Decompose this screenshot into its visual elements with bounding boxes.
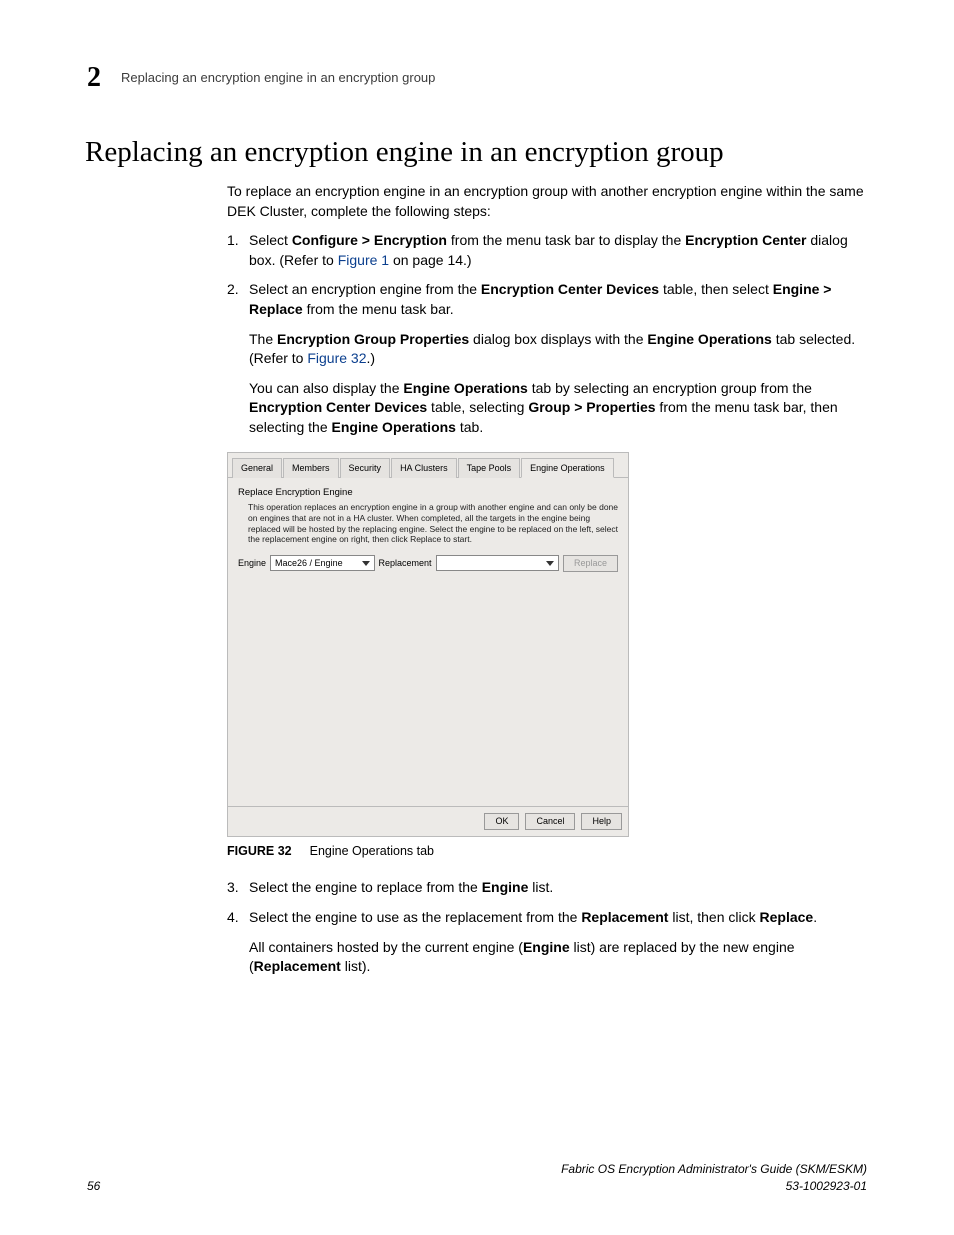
step-number: 3. (227, 878, 249, 898)
chevron-down-icon (362, 561, 370, 566)
chapter-number: 2 (87, 58, 101, 97)
text: dialog box displays with the (469, 331, 647, 347)
text: from the menu task bar. (303, 301, 454, 317)
text: table, then select (659, 281, 773, 297)
ui-name: Encryption Center Devices (481, 281, 659, 297)
replacement-select[interactable] (436, 555, 559, 571)
ui-name: Engine Operations (403, 380, 527, 396)
engine-label: Engine (238, 557, 266, 570)
step-1: 1. Select Configure > Encryption from th… (227, 231, 866, 270)
ui-name: Engine (523, 939, 570, 955)
replace-button[interactable]: Replace (563, 555, 618, 572)
step-3: 3. Select the engine to replace from the… (227, 878, 866, 898)
menu-path: Configure > Encryption (292, 232, 447, 248)
figure-link[interactable]: Figure 1 (338, 252, 389, 268)
ui-name: Engine (482, 879, 529, 895)
tab-ha-clusters[interactable]: HA Clusters (391, 458, 457, 479)
text: Select (249, 232, 292, 248)
ui-name: Engine Operations (647, 331, 771, 347)
text: All containers hosted by the current eng… (249, 939, 523, 955)
figure-link[interactable]: Figure 32 (307, 350, 366, 366)
tab-general[interactable]: General (232, 458, 282, 479)
step-number: 4. (227, 908, 249, 977)
page-footer: 56 Fabric OS Encryption Administrator's … (87, 1161, 867, 1195)
step-2: 2. Select an encryption engine from the … (227, 280, 866, 437)
help-button[interactable]: Help (581, 813, 622, 830)
text: from the menu task bar to display the (447, 232, 685, 248)
replacement-label: Replacement (379, 557, 432, 570)
step-2-para-3: You can also display the Engine Operatio… (249, 379, 866, 438)
step-2-para-2: The Encryption Group Properties dialog b… (249, 330, 866, 369)
figure-caption-text: Engine Operations tab (310, 844, 434, 858)
engine-select[interactable]: Mace26 / Engine (270, 555, 375, 571)
dialog-section-title: Replace Encryption Engine (238, 486, 618, 499)
text: . (813, 909, 817, 925)
figure-label: FIGURE 32 (227, 844, 292, 858)
ui-name: Encryption Center Devices (249, 399, 427, 415)
text: on page 14.) (389, 252, 472, 268)
ui-name: Replace (760, 909, 814, 925)
step-number: 2. (227, 280, 249, 437)
ui-name: Engine Operations (332, 419, 456, 435)
ui-name: Encryption Group Properties (277, 331, 469, 347)
text: You can also display the (249, 380, 403, 396)
text: Select the engine to replace from the (249, 879, 482, 895)
doc-title: Fabric OS Encryption Administrator's Gui… (561, 1161, 867, 1178)
step-4-para-2: All containers hosted by the current eng… (249, 938, 866, 977)
step-4: 4. Select the engine to use as the repla… (227, 908, 866, 977)
ui-name: Replacement (254, 958, 341, 974)
dialog-tabs: General Members Security HA Clusters Tap… (228, 453, 628, 479)
text: The (249, 331, 277, 347)
text: table, selecting (427, 399, 528, 415)
engine-row: Engine Mace26 / Engine Replacement Repla… (238, 555, 618, 572)
text: list). (341, 958, 371, 974)
text: list, then click (668, 909, 759, 925)
tab-engine-operations[interactable]: Engine Operations (521, 458, 614, 479)
dialog-encryption-group-properties: General Members Security HA Clusters Tap… (227, 452, 629, 837)
tab-members[interactable]: Members (283, 458, 339, 479)
content-body: To replace an encryption engine in an en… (227, 182, 866, 987)
text: list. (528, 879, 553, 895)
dialog-empty-panel (238, 574, 618, 804)
footer-doc-info: Fabric OS Encryption Administrator's Gui… (561, 1161, 867, 1195)
menu-path: Group > Properties (528, 399, 655, 415)
step-2-text: Select an encryption engine from the Enc… (249, 280, 866, 319)
ui-name: Replacement (581, 909, 668, 925)
chevron-down-icon (546, 561, 554, 566)
text: tab by selecting an encryption group fro… (528, 380, 812, 396)
doc-number: 53-1002923-01 (561, 1178, 867, 1195)
cancel-button[interactable]: Cancel (525, 813, 575, 830)
step-1-text: Select Configure > Encryption from the m… (249, 231, 866, 270)
ui-name: Encryption Center (685, 232, 806, 248)
page-header: 2 Replacing an encryption engine in an e… (87, 58, 867, 97)
dialog-help-text: This operation replaces an encryption en… (248, 502, 618, 545)
figure-32-caption: FIGURE 32 Engine Operations tab (227, 843, 866, 861)
ok-button[interactable]: OK (484, 813, 519, 830)
engine-select-value: Mace26 / Engine (275, 557, 343, 570)
tab-security[interactable]: Security (340, 458, 391, 479)
text: Select the engine to use as the replacem… (249, 909, 581, 925)
step-4-text: Select the engine to use as the replacem… (249, 908, 866, 928)
text: Select an encryption engine from the (249, 281, 481, 297)
dialog-body: Replace Encryption Engine This operation… (228, 478, 628, 806)
step-3-text: Select the engine to replace from the En… (249, 878, 866, 898)
header-breadcrumb: Replacing an encryption engine in an enc… (121, 69, 435, 87)
page-number: 56 (87, 1178, 100, 1195)
intro-text: To replace an encryption engine in an en… (227, 182, 866, 221)
step-number: 1. (227, 231, 249, 270)
tab-tape-pools[interactable]: Tape Pools (458, 458, 521, 479)
text: tab. (456, 419, 483, 435)
text: .) (367, 350, 376, 366)
page-title: Replacing an encryption engine in an enc… (85, 132, 724, 173)
dialog-footer: OK Cancel Help (228, 806, 628, 836)
